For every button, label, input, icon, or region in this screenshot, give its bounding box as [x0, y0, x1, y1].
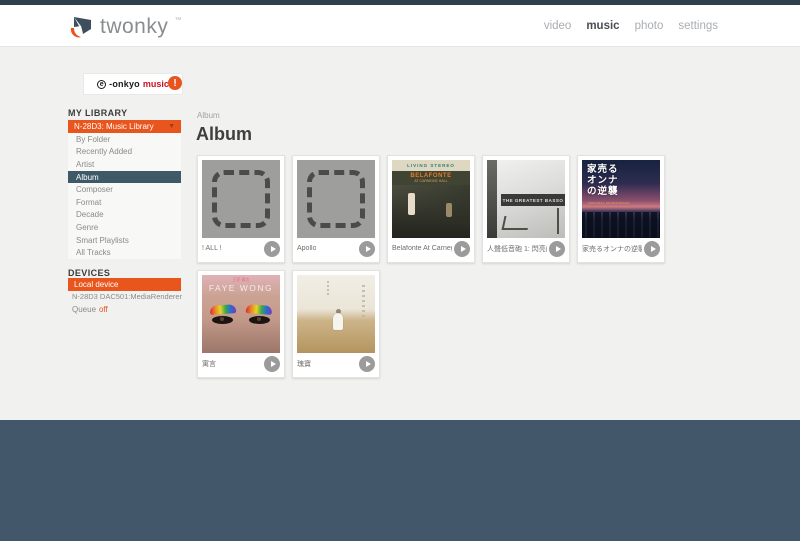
album-cover-art: LIVING STEREO BELAFONTE AT CARNEGIE HALL	[392, 160, 470, 238]
cover-text: FAYE WONG	[202, 283, 280, 293]
album-title: 人聲低音砲 1: 閃亮的日	[487, 244, 547, 254]
play-icon[interactable]	[264, 241, 280, 257]
twonky-logo[interactable]: twonky ™	[68, 14, 181, 40]
cover-text: 家売る オンナ の逆襲	[587, 165, 619, 198]
play-icon[interactable]	[359, 241, 375, 257]
sidebar-item-album[interactable]: Album	[68, 171, 181, 184]
library-selector-dropdown[interactable]: N-28D3: Music Library ▼	[68, 120, 181, 133]
device-local[interactable]: Local device	[68, 278, 181, 291]
onkyo-name: -onkyo	[109, 79, 140, 89]
onkyo-music-label: music	[143, 79, 169, 89]
selected-library-label: N-28D3: Music Library	[74, 122, 154, 131]
album-card-basso[interactable]: THE GREATEST BASSO 人聲低音砲 1: 閃亮的日	[482, 155, 570, 263]
play-icon[interactable]	[549, 241, 565, 257]
play-icon[interactable]	[359, 356, 375, 372]
album-title: 寓言	[202, 359, 216, 369]
sidebar-item-artist[interactable]: Artist	[68, 158, 181, 171]
album-card-belafonte[interactable]: LIVING STEREO BELAFONTE AT CARNEGIE HALL…	[387, 155, 475, 263]
page-title: Album	[196, 124, 252, 145]
cover-text: THE GREATEST BASSO	[501, 194, 565, 206]
sidebar-item-by-folder[interactable]: By Folder	[68, 133, 181, 146]
twonky-logo-icon	[68, 14, 94, 40]
queue-label: Queue	[72, 305, 96, 314]
chevron-down-icon: ▼	[168, 123, 175, 130]
sidebar-item-all-tracks[interactable]: All Tracks	[68, 246, 181, 259]
sidebar-item-format[interactable]: Format	[68, 196, 181, 209]
album-cover-placeholder	[297, 160, 375, 238]
album-card-guibao[interactable]: 瑰寶	[292, 270, 380, 378]
nav-photo[interactable]: photo	[635, 20, 664, 32]
cover-text: ORIGINAL SOUNDTRACK	[588, 201, 630, 205]
cover-text: BELAFONTE	[392, 171, 470, 179]
album-card-apollo[interactable]: Apollo	[292, 155, 380, 263]
device-media-renderer[interactable]: N-28D3 DAC501:MediaRenderer	[72, 292, 182, 301]
library-menu: By Folder Recently Added Artist Album Co…	[68, 133, 181, 259]
play-icon[interactable]	[264, 356, 280, 372]
nav-settings[interactable]: settings	[678, 20, 718, 32]
album-title: Belafonte At Carnegie H	[392, 245, 452, 252]
album-card-yuyan[interactable]: 王菲·寓言 FAYE WONG 寓言	[197, 270, 285, 378]
queue-toggle[interactable]: off	[99, 305, 108, 314]
album-title: 瑰寶	[297, 359, 311, 369]
album-card-iesuru-onna[interactable]: 家売る オンナ の逆襲 ORIGINAL SOUNDTRACK 家売るオンナの逆…	[577, 155, 665, 263]
album-grid: ! ALL ! Apollo LIVING STEREO BELAFONTE A…	[197, 155, 677, 378]
main-nav: video music photo settings	[544, 5, 718, 47]
album-title: Apollo	[297, 245, 316, 252]
sidebar-item-recently-added[interactable]: Recently Added	[68, 146, 181, 159]
brand-name: twonky	[100, 15, 168, 39]
footer: Copyright © 2017 Lynx Technology. All ri…	[0, 420, 800, 541]
twonky-app: twonky ™ video music photo settings e-on…	[0, 0, 800, 541]
sidebar-item-smart-playlists[interactable]: Smart Playlists	[68, 234, 181, 247]
nav-video[interactable]: video	[544, 20, 572, 32]
header: twonky ™ video music photo settings	[0, 5, 800, 47]
breadcrumb[interactable]: Album	[197, 111, 220, 120]
album-title: ! ALL !	[202, 245, 222, 252]
album-cover-art: THE GREATEST BASSO	[487, 160, 565, 238]
sidebar-item-composer[interactable]: Composer	[68, 183, 181, 196]
album-title: 家売るオンナの逆襲 オ	[582, 244, 642, 254]
play-icon[interactable]	[644, 241, 660, 257]
album-cover-art	[297, 275, 375, 353]
sidebar-item-decade[interactable]: Decade	[68, 209, 181, 222]
brand-tm: ™	[174, 17, 181, 24]
album-card-all[interactable]: ! ALL !	[197, 155, 285, 263]
warning-icon[interactable]: !	[168, 76, 182, 90]
sidebar-item-genre[interactable]: Genre	[68, 221, 181, 234]
album-cover-art: 王菲·寓言 FAYE WONG	[202, 275, 280, 353]
nav-music[interactable]: music	[586, 20, 619, 32]
my-library-heading: MY LIBRARY	[68, 108, 128, 118]
play-icon[interactable]	[454, 241, 470, 257]
album-cover-art: 家売る オンナ の逆襲 ORIGINAL SOUNDTRACK	[582, 160, 660, 238]
onkyo-e-logo: e	[97, 80, 106, 89]
devices-heading: DEVICES	[68, 268, 110, 278]
queue-row: Queueoff	[72, 305, 108, 314]
cover-text: LIVING STEREO	[392, 160, 470, 171]
album-cover-placeholder	[202, 160, 280, 238]
